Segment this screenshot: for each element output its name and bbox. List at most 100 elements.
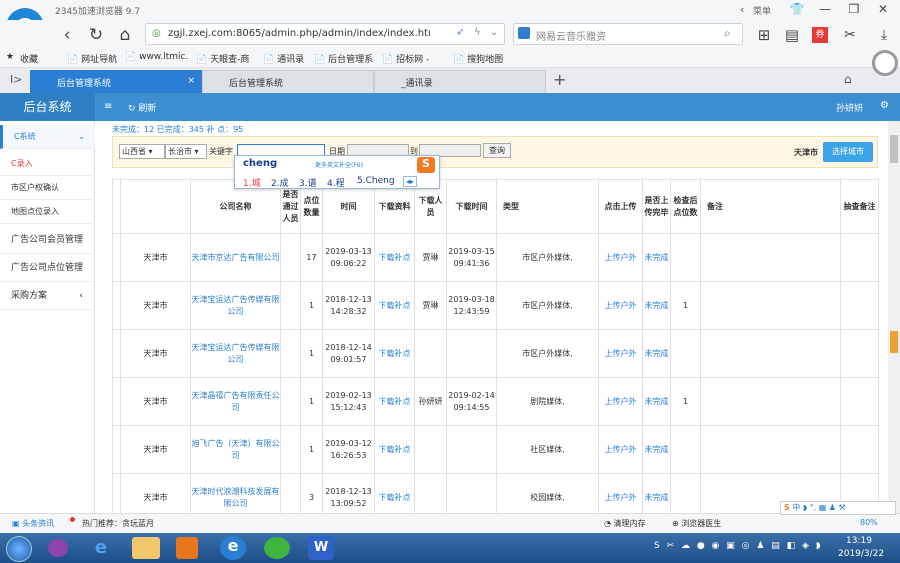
- tray-icons[interactable]: S ✂ ☁ ● ◉ ▣ ◎ ♟ ▤ ◧ ◈ ◗: [654, 541, 823, 551]
- bookmark-star-icon[interactable]: ★: [6, 52, 14, 62]
- bookmark-favorites[interactable]: 收藏: [20, 52, 38, 65]
- row-download-link[interactable]: 下载补点: [374, 377, 415, 426]
- row-upload-link[interactable]: 上传户外: [598, 329, 643, 378]
- row-done-status[interactable]: 未完成: [642, 281, 671, 330]
- 2345-browser-icon[interactable]: e: [220, 536, 246, 560]
- bookmark-sogou-map[interactable]: 📄 搜狗地图: [453, 52, 503, 65]
- rocket-icon[interactable]: ➶: [456, 27, 464, 38]
- row-company[interactable]: 天津宝运达广告传媒有限公司: [190, 329, 281, 378]
- ime-candidate-1[interactable]: 1.城: [243, 176, 261, 189]
- hot-recommend[interactable]: 热门推荐：贪玩蓝月: [82, 518, 154, 529]
- select-city-button[interactable]: 选择城市: [823, 142, 873, 162]
- settings-icon[interactable]: ⚙: [880, 100, 889, 111]
- bookmark-contacts[interactable]: 📄 通讯录: [263, 52, 304, 65]
- search-box[interactable]: 网易云音乐赠资 ⌕: [513, 23, 743, 45]
- coupon-icon[interactable]: 券: [812, 27, 828, 43]
- minimize-icon[interactable]: —: [814, 2, 836, 18]
- admin-user[interactable]: 孙妍妍: [836, 101, 863, 114]
- menu-toggle-icon[interactable]: ≡: [104, 101, 112, 112]
- clear-memory[interactable]: ◔ 清理内存: [604, 518, 646, 529]
- browser-doctor[interactable]: ⊕ 浏览器医生: [672, 518, 721, 529]
- zoom-level[interactable]: 80%: [860, 518, 878, 527]
- city-select[interactable]: 长治市 ▾: [165, 144, 207, 159]
- tab-close-icon[interactable]: ×: [187, 76, 195, 86]
- new-tab-icon[interactable]: +: [553, 70, 566, 89]
- reader-icon[interactable]: ▤: [780, 24, 804, 46]
- extension-icon[interactable]: ⌂: [844, 72, 852, 86]
- sidebar-toggle-icon[interactable]: I>: [10, 73, 22, 86]
- news-link[interactable]: ▣ 头条资讯: [12, 518, 54, 529]
- row-company[interactable]: 旭飞广告（天津）有限公司: [190, 425, 281, 474]
- ime-candidate-5[interactable]: 5.Cheng: [357, 176, 395, 186]
- search-engine-icon[interactable]: [518, 27, 530, 39]
- row-done-status[interactable]: 未完成: [642, 425, 671, 474]
- start-button-icon[interactable]: [6, 536, 32, 562]
- row-company[interactable]: 天津宝运达广告传媒有限公司: [190, 281, 281, 330]
- folder-icon[interactable]: [132, 537, 160, 559]
- query-button[interactable]: 查询: [483, 143, 511, 158]
- sidebar-item-point-mgmt[interactable]: 广告公司点位管理: [0, 254, 95, 282]
- row-download-link[interactable]: 下载补点: [374, 329, 415, 378]
- row-company[interactable]: 天津晶禧广告有限责任公司: [190, 377, 281, 426]
- row-download-link[interactable]: 下载补点: [374, 233, 415, 282]
- tab-admin-1[interactable]: 后台管理系统 ×: [30, 70, 202, 93]
- menu-label[interactable]: 菜单: [753, 4, 771, 17]
- sidebar-item-member-mgmt[interactable]: 广告公司会员管理: [0, 226, 95, 254]
- refresh-link[interactable]: ↻ 刷新: [128, 101, 156, 114]
- row-upload-link[interactable]: 上传户外: [598, 281, 643, 330]
- ime-candidate-4[interactable]: 4.程: [327, 176, 345, 189]
- row-done-status[interactable]: 未完成: [642, 329, 671, 378]
- row-upload-link[interactable]: 上传户外: [598, 233, 643, 282]
- sidebar-item-district-confirm[interactable]: 市区户权确认: [0, 176, 95, 200]
- address-bar[interactable]: ◎ zgjl.zxej.com:8065/admin.php/admin/ind…: [145, 23, 505, 45]
- back-icon[interactable]: ‹: [55, 24, 79, 46]
- sidebar-item-purchase[interactable]: 采购方案 ‹: [0, 282, 95, 310]
- bookmark-nav[interactable]: 📄 网址导航: [67, 52, 117, 65]
- home-icon[interactable]: ⌂: [113, 24, 137, 46]
- ime-hint[interactable]: 更多英文补全(F6): [315, 160, 363, 169]
- media-player-icon[interactable]: [48, 539, 68, 557]
- row-download-link[interactable]: 下载补点: [374, 425, 415, 474]
- wps-icon[interactable]: W: [308, 536, 334, 560]
- tab-contacts[interactable]: _通讯录: [374, 70, 546, 93]
- sidebar-item-c-entry[interactable]: C录入: [0, 152, 95, 176]
- bookmark-tender[interactable]: 📄 招标网 -: [382, 52, 429, 65]
- clock-time[interactable]: 13:19: [846, 536, 872, 546]
- chevron-down-icon[interactable]: ⌄: [490, 27, 498, 38]
- row-done-status[interactable]: 未完成: [642, 233, 671, 282]
- flash-icon[interactable]: ϟ: [474, 27, 481, 38]
- ime-page-arrows-icon[interactable]: ◂▸: [403, 176, 418, 187]
- search-icon[interactable]: ⌕: [724, 26, 731, 41]
- row-upload-link[interactable]: 上传户外: [598, 425, 643, 474]
- ime-candidate-3[interactable]: 3.谱: [299, 176, 317, 189]
- back-small-icon[interactable]: ‹: [740, 3, 744, 16]
- page-scrollbar[interactable]: [888, 121, 900, 513]
- url-text[interactable]: zgjl.zxej.com:8065/admin.php/admin/index…: [168, 28, 431, 39]
- tab-admin-2[interactable]: 后台管理系统: [202, 70, 374, 93]
- row-company[interactable]: 天津市京达广告有限公司: [190, 233, 281, 282]
- scissors-icon[interactable]: ✂: [838, 24, 862, 46]
- row-upload-link[interactable]: 上传户外: [598, 377, 643, 426]
- assistant-icon[interactable]: [872, 50, 898, 76]
- close-icon[interactable]: ✕: [872, 2, 894, 18]
- wechat-icon[interactable]: [264, 537, 290, 559]
- skin-icon[interactable]: 👕: [786, 2, 808, 18]
- video-icon[interactable]: [176, 537, 198, 559]
- refresh-icon[interactable]: ↻: [84, 24, 108, 46]
- ime-toolbar[interactable]: S 中 ◗ °, ▦ ♟ ⚒: [780, 501, 896, 515]
- ie-icon[interactable]: e: [88, 537, 114, 559]
- clock-date[interactable]: 2019/3/22: [838, 549, 884, 559]
- bookmark-admin[interactable]: 📄 后台管理系: [314, 52, 373, 65]
- sidebar-item-map-entry[interactable]: 地图点位录入: [0, 200, 95, 224]
- sidebar-item-csystem[interactable]: C系统 ⌄: [0, 125, 95, 149]
- bookmark-tianyancha[interactable]: 📄 天眼查-商: [196, 52, 249, 65]
- bookmark-ltmic[interactable]: 📄 www.ltmic.: [125, 52, 188, 62]
- download-icon[interactable]: ⤓: [872, 24, 896, 46]
- ime-candidate-2[interactable]: 2.成: [271, 176, 289, 189]
- province-select[interactable]: 山西省 ▾: [119, 144, 165, 159]
- maximize-icon[interactable]: ❐: [843, 2, 865, 18]
- scrollbar-thumb[interactable]: [890, 135, 898, 163]
- row-download-link[interactable]: 下载补点: [374, 281, 415, 330]
- apps-icon[interactable]: ⊞: [752, 24, 776, 46]
- row-done-status[interactable]: 未完成: [642, 377, 671, 426]
